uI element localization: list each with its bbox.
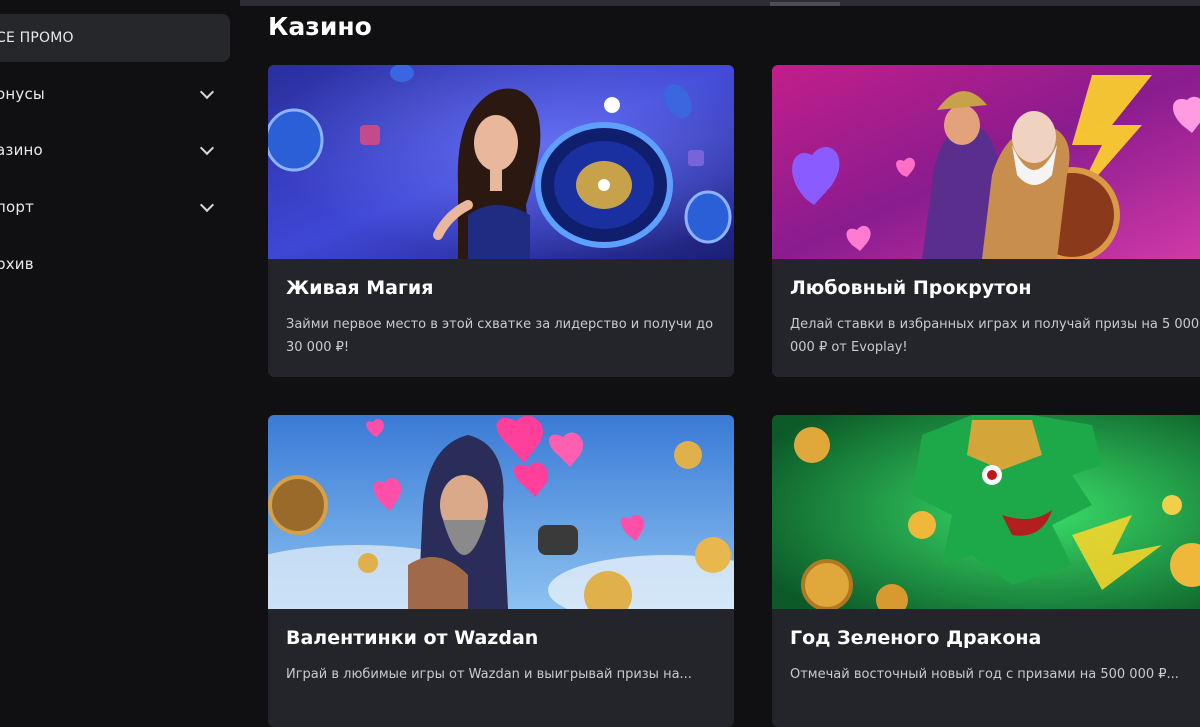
valentine-wizard-artwork [268,415,734,609]
promo-card-description: Займи первое место в этой схватке за лид… [286,317,714,355]
live-roulette-artwork [268,65,734,259]
promo-card-title: Год Зеленого Дракона [790,627,1042,649]
chevron-down-icon[interactable] [199,84,215,99]
promo-card-title: Любовный Прокрутон [790,277,1032,299]
sidebar-item-label: порт [0,198,35,216]
sidebar-item-label: азино [0,141,43,159]
promo-card-live-magic[interactable]: Живая Магия Займи первое место в этой сх… [268,65,734,377]
page-title: Казино [268,12,372,41]
green-dragon-artwork [772,415,1200,609]
promo-card-wazdan-valentines[interactable]: Валентинки от Wazdan Играй в любимые игр… [268,415,734,727]
sidebar-item-archive[interactable]: рхив [0,240,230,288]
sidebar: СЕ ПРОМО онусы азино порт рхив [0,0,240,675]
sidebar-item-casino[interactable]: азино [0,126,230,174]
sidebar-item-sport[interactable]: порт [0,183,230,231]
top-bar-segment [770,2,840,6]
zeus-warrior-artwork [772,65,1200,259]
sidebar-item-bonuses[interactable]: онусы [0,70,230,118]
chevron-down-icon[interactable] [199,197,215,212]
chevron-down-icon[interactable] [199,140,215,155]
sidebar-item-label: рхив [0,255,34,273]
sidebar-item-all-promo[interactable]: СЕ ПРОМО [0,14,230,62]
promo-card-title: Валентинки от Wazdan [286,627,539,649]
sidebar-item-label: онусы [0,85,45,103]
sidebar-item-label: СЕ ПРОМО [0,30,74,46]
promo-card-love-spin[interactable]: Любовный Прокрутон Делай ставки в избран… [772,65,1200,377]
promo-card-description: Делай ставки в избранных играх и получай… [790,317,1200,355]
promo-card-title: Живая Магия [286,277,434,299]
promo-card-green-dragon[interactable]: Год Зеленого Дракона Отмечай восточный н… [772,415,1200,727]
